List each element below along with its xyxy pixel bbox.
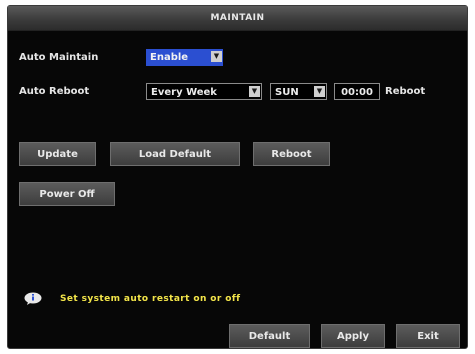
- chevron-down-icon: ▼: [211, 51, 222, 62]
- reboot-suffix-label: Reboot: [385, 86, 426, 97]
- dialog-title: MAINTAIN: [8, 6, 467, 31]
- exit-button[interactable]: Exit: [396, 324, 460, 348]
- chevron-down-icon: ▼: [314, 86, 325, 97]
- auto-maintain-value: Enable: [150, 52, 189, 63]
- auto-maintain-label: Auto Maintain: [19, 52, 99, 63]
- update-button[interactable]: Update: [19, 142, 96, 166]
- load-default-button[interactable]: Load Default: [110, 142, 240, 166]
- reboot-frequency-select[interactable]: Every Week ▼: [146, 83, 262, 100]
- auto-reboot-label: Auto Reboot: [19, 86, 90, 97]
- reboot-button[interactable]: Reboot: [253, 142, 330, 166]
- maintain-dialog: MAINTAIN Auto Maintain Enable ▼ Auto Reb…: [7, 5, 468, 349]
- power-off-button[interactable]: Power Off: [19, 182, 115, 206]
- reboot-day-value: SUN: [275, 87, 299, 98]
- apply-button[interactable]: Apply: [321, 324, 385, 348]
- default-button[interactable]: Default: [229, 324, 310, 348]
- reboot-day-select[interactable]: SUN ▼: [270, 83, 327, 100]
- auto-maintain-select[interactable]: Enable ▼: [146, 49, 223, 66]
- hint-text: Set system auto restart on or off: [60, 294, 241, 304]
- reboot-frequency-value: Every Week: [151, 87, 217, 98]
- reboot-time-input[interactable]: 00:00: [334, 83, 380, 100]
- info-icon: [24, 292, 42, 305]
- chevron-down-icon: ▼: [249, 86, 260, 97]
